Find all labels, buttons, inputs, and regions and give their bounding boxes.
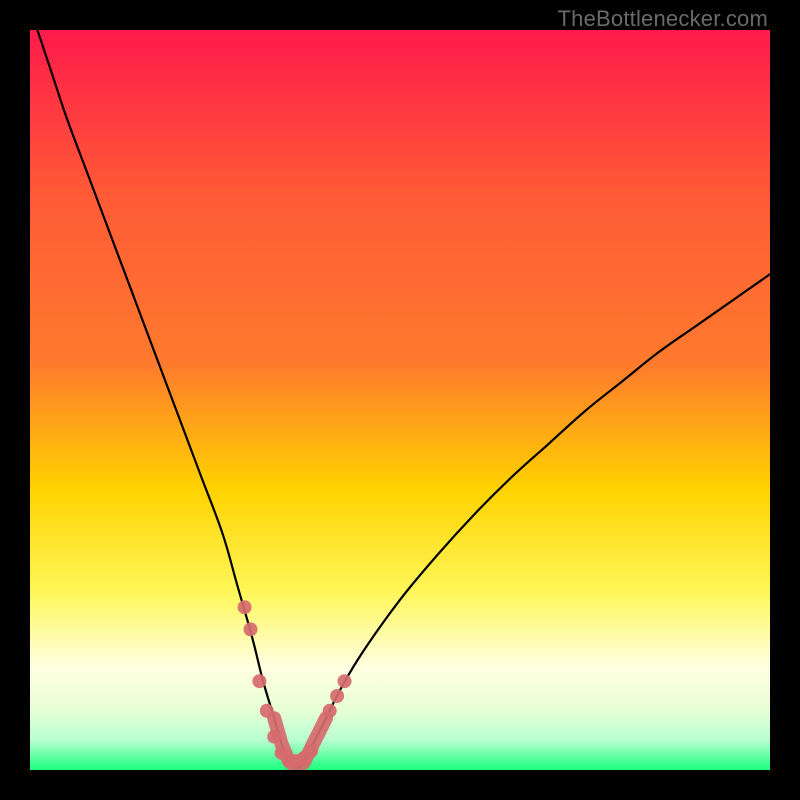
curve-marker [252,674,266,688]
watermark-text: TheBottlenecker.com [558,6,768,32]
chart-frame: TheBottlenecker.com [0,0,800,800]
curve-marker [267,730,281,744]
plot-area [30,30,770,770]
curve-marker [260,704,274,718]
curve-marker [330,689,344,703]
curve-marker [244,622,258,636]
curve-marker [304,744,318,758]
curve-markers [238,600,352,768]
curve-marker [238,600,252,614]
bottleneck-curve [37,30,770,768]
curve-marker [338,674,352,688]
curve-marker [323,704,337,718]
curve-layer [30,30,770,770]
